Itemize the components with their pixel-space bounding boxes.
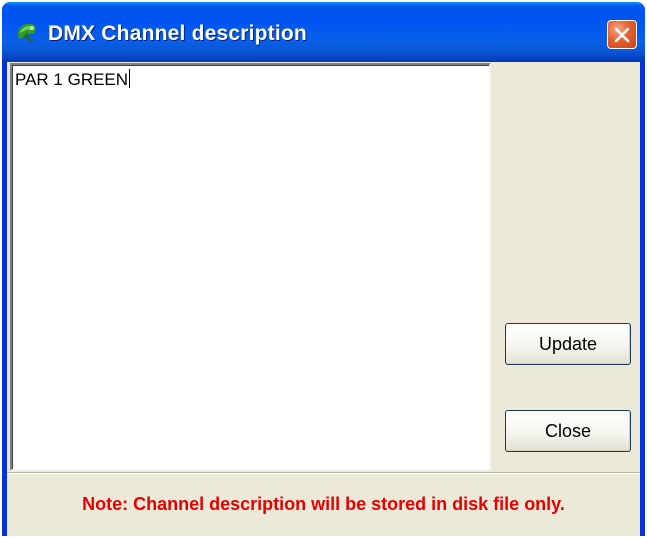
- dialog-window: DMX Channel description PAR 1 GREEN Upda…: [2, 2, 645, 536]
- storage-note: Note: Channel description will be stored…: [82, 494, 565, 514]
- close-window-button[interactable]: [607, 20, 637, 49]
- separator-line: [7, 472, 640, 474]
- textarea-text: PAR 1 GREEN: [15, 70, 129, 89]
- channel-description-textarea[interactable]: PAR 1 GREEN: [10, 63, 491, 471]
- update-button[interactable]: Update: [505, 323, 631, 365]
- close-button[interactable]: Close: [505, 410, 631, 452]
- title-bar[interactable]: DMX Channel description: [2, 2, 645, 62]
- close-x-icon: [614, 27, 630, 42]
- text-caret: [129, 69, 131, 88]
- dialog-client-area: PAR 1 GREEN Update Close Note: Channel d…: [7, 62, 640, 536]
- window-title: DMX Channel description: [48, 22, 307, 45]
- app-icon: [18, 23, 36, 43]
